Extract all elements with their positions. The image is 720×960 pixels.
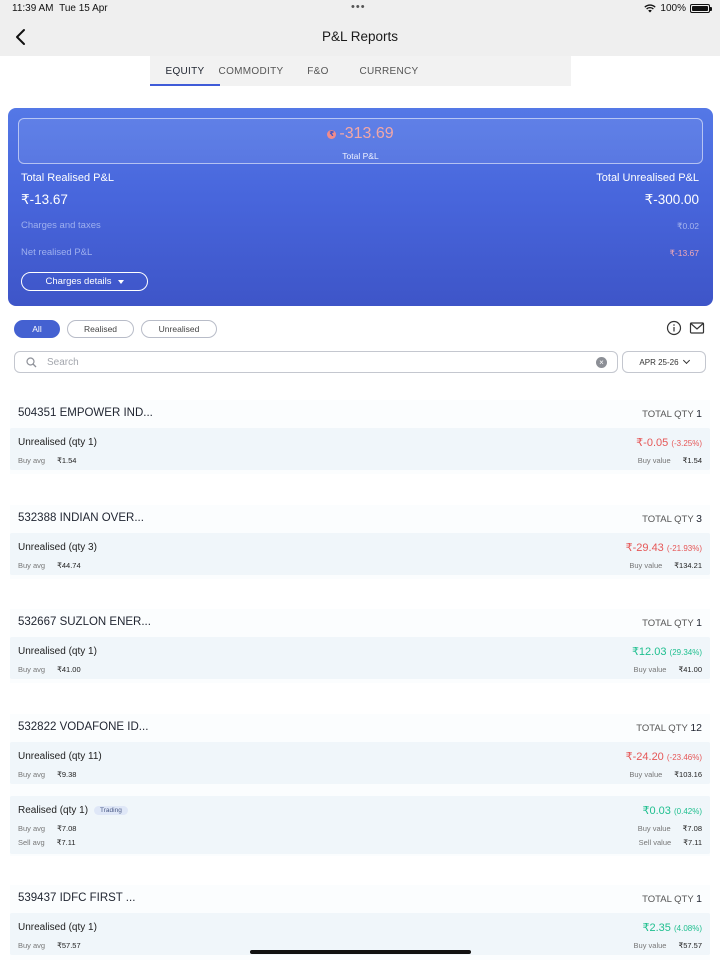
- filter-realised[interactable]: Realised: [67, 320, 134, 338]
- pnl-row: Unrealised (qty 1) ₹12.03 (29.34%) Buy a…: [10, 637, 710, 679]
- clear-search-icon[interactable]: ×: [596, 357, 607, 368]
- unrealised-pnl-label: Total Unrealised P&L: [596, 172, 699, 184]
- tab-commodity[interactable]: COMMODITY: [219, 56, 284, 86]
- total-qty: TOTAL QTY 1: [642, 408, 702, 420]
- pnl-value: ₹-24.20 (-23.46%): [625, 751, 702, 763]
- pnl-value: ₹0.03 (0.42%): [642, 805, 703, 817]
- pnl-type: Unrealised (qty 3): [18, 542, 97, 553]
- total-pnl-label: Total P&L: [342, 151, 379, 161]
- holding-name: 504351 EMPOWER IND...: [18, 407, 153, 419]
- page-title: P&L Reports: [321, 29, 399, 44]
- total-qty: TOTAL QTY 1: [642, 893, 702, 905]
- charges-details-button[interactable]: Charges details: [21, 272, 148, 291]
- buy-avg: Buy avg ₹44.74: [18, 561, 81, 570]
- buy-value: Buy value ₹41.00: [633, 665, 702, 674]
- trading-badge: Trading: [94, 806, 128, 815]
- realised-pnl-value: ₹-13.67: [21, 192, 68, 207]
- filter-unrealised[interactable]: Unrealised: [141, 320, 217, 338]
- nav-header: P&L Reports: [0, 18, 720, 56]
- buy-avg: Buy avg ₹41.00: [18, 665, 81, 674]
- buy-avg: Buy avg ₹7.08: [18, 824, 77, 833]
- pnl-value: ₹-29.43 (-21.93%): [625, 542, 702, 554]
- pnl-value: ₹-0.05 (-3.25%): [636, 437, 702, 449]
- pnl-type: Unrealised (qty 1): [18, 922, 97, 933]
- pnl-row: Unrealised (qty 1) ₹-0.05 (-3.25%) Buy a…: [10, 428, 710, 470]
- total-qty: TOTAL QTY 1: [642, 617, 702, 629]
- battery-icon: [690, 4, 712, 13]
- holding-card[interactable]: 532822 VODAFONE ID... TOTAL QTY 12 Unrea…: [10, 714, 710, 856]
- multitasking-dots-icon[interactable]: •••: [351, 1, 366, 13]
- pnl-type: Realised (qty 1) Trading: [18, 805, 128, 816]
- pnl-row: Unrealised (qty 3) ₹-29.43 (-21.93%) Buy…: [10, 533, 710, 575]
- holding-name: 532822 VODAFONE ID...: [18, 721, 149, 733]
- tab-fno[interactable]: F&O: [282, 56, 354, 86]
- realised-pnl-label: Total Realised P&L: [21, 172, 114, 184]
- caret-down-icon: [117, 279, 124, 284]
- charges-taxes-label: Charges and taxes: [21, 220, 101, 231]
- holding-name: 539437 IDFC FIRST ...: [18, 892, 136, 904]
- email-icon[interactable]: [689, 320, 705, 336]
- buy-avg: Buy avg ₹9.38: [18, 770, 77, 779]
- pnl-row: Unrealised (qty 1) ₹2.35 (4.08%) Buy avg…: [10, 913, 710, 955]
- charges-taxes-value: ₹0.02: [677, 221, 699, 231]
- buy-avg: Buy avg ₹1.54: [18, 456, 77, 465]
- holding-card[interactable]: 532667 SUZLON ENER... TOTAL QTY 1 Unreal…: [10, 609, 710, 683]
- home-indicator[interactable]: [250, 950, 471, 954]
- holding-card[interactable]: 539437 IDFC FIRST ... TOTAL QTY 1 Unreal…: [10, 885, 710, 960]
- search-bar: ×: [14, 351, 618, 373]
- filter-all[interactable]: All: [14, 320, 60, 338]
- holding-name: 532667 SUZLON ENER...: [18, 616, 151, 628]
- unrealised-pnl-value: ₹-300.00: [644, 192, 699, 207]
- wifi-icon: [644, 4, 657, 13]
- pnl-row: Unrealised (qty 11) ₹-24.20 (-23.46%) Bu…: [10, 742, 710, 784]
- sell-value: Sell value ₹7.11: [638, 838, 702, 847]
- net-realised-value: ₹-13.67: [669, 248, 699, 258]
- holding-card[interactable]: 532388 INDIAN OVER... TOTAL QTY 3 Unreal…: [10, 505, 710, 579]
- pnl-type: Unrealised (qty 1): [18, 646, 97, 657]
- net-realised-label: Net realised P&L: [21, 247, 93, 258]
- sell-avg: Sell avg ₹7.11: [18, 838, 76, 847]
- pnl-type: Unrealised (qty 1): [18, 437, 97, 448]
- rupee-icon: ₹: [327, 130, 337, 139]
- status-bar: 11:39 AM Tue 15 Apr ••• 100%: [0, 0, 720, 18]
- chevron-down-icon: [682, 356, 690, 365]
- holding-card[interactable]: 504351 EMPOWER IND... TOTAL QTY 1 Unreal…: [10, 400, 710, 474]
- search-input[interactable]: [47, 354, 587, 370]
- period-selector[interactable]: APR 25-26: [622, 351, 706, 373]
- pnl-summary-card: ₹ -313.69 Total P&L Total Realised P&L To…: [8, 108, 713, 306]
- pnl-value: ₹2.35 (4.08%): [642, 922, 703, 934]
- total-qty: TOTAL QTY 12: [636, 722, 702, 734]
- buy-value: Buy value ₹134.21: [629, 561, 702, 570]
- buy-value: Buy value ₹103.16: [629, 770, 702, 779]
- search-icon: [26, 357, 37, 368]
- tab-currency[interactable]: CURRENCY: [354, 56, 424, 86]
- segment-tabs: EQUITY COMMODITY F&O CURRENCY: [150, 56, 571, 86]
- buy-avg: Buy avg ₹57.57: [18, 941, 81, 950]
- pnl-row: Realised (qty 1) Trading ₹0.03 (0.42%) Bu…: [10, 796, 710, 854]
- buy-value: Buy value ₹57.57: [633, 941, 702, 950]
- total-pnl-box: ₹ -313.69 Total P&L: [18, 118, 703, 164]
- status-time: 11:39 AM Tue 15 Apr: [12, 3, 108, 14]
- total-qty: TOTAL QTY 3: [642, 513, 702, 525]
- pnl-type: Unrealised (qty 11): [18, 751, 102, 762]
- total-pnl-value: ₹ -313.69: [19, 125, 702, 143]
- pnl-value: ₹12.03 (29.34%): [631, 646, 702, 658]
- info-icon[interactable]: [666, 320, 682, 336]
- buy-value: Buy value ₹1.54: [637, 456, 702, 465]
- holding-name: 532388 INDIAN OVER...: [18, 512, 144, 524]
- status-right: 100%: [644, 3, 712, 14]
- tab-equity[interactable]: EQUITY: [150, 56, 220, 86]
- buy-value: Buy value ₹7.08: [637, 824, 702, 833]
- battery-percent: 100%: [660, 3, 686, 14]
